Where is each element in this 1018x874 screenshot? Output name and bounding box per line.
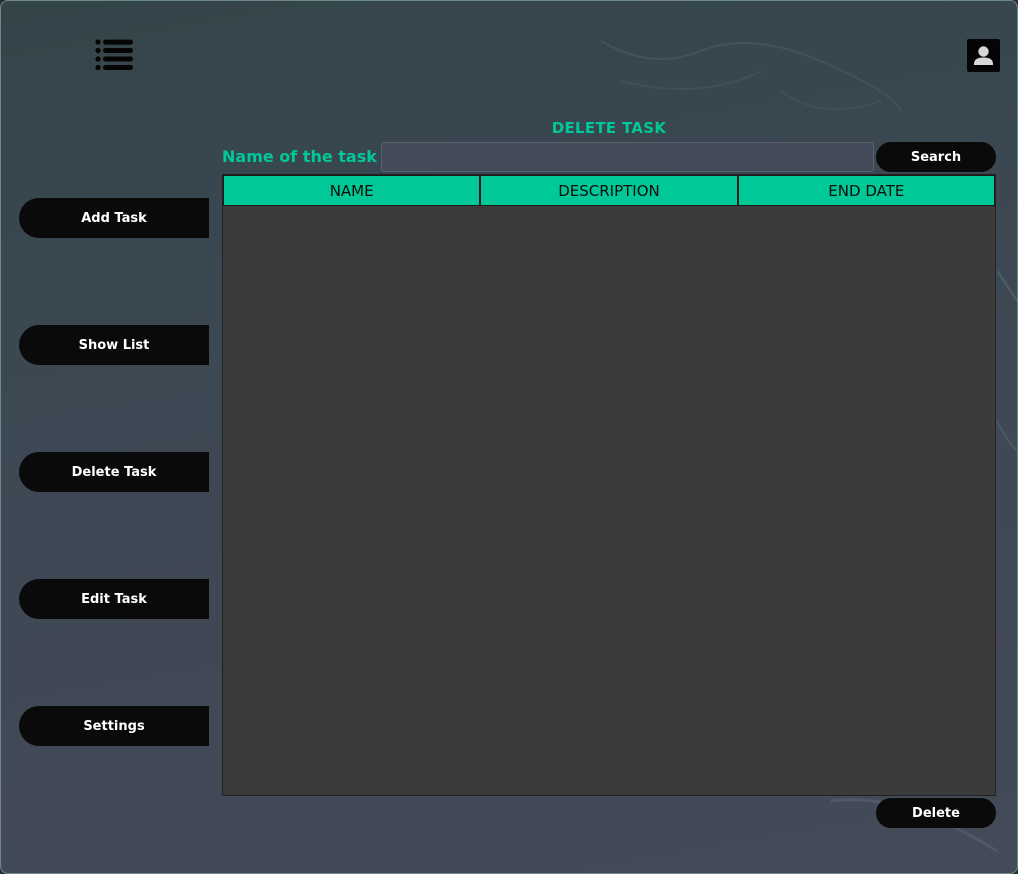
sidebar-item-show-list[interactable]: Show List bbox=[19, 325, 209, 365]
sidebar-item-label: Add Task bbox=[81, 210, 147, 226]
sidebar-item-label: Edit Task bbox=[81, 591, 147, 607]
sidebar-item-delete-task[interactable]: Delete Task bbox=[19, 452, 209, 492]
list-menu-icon[interactable] bbox=[94, 38, 134, 72]
sidebar-item-label: Show List bbox=[78, 337, 150, 353]
column-header-name[interactable]: NAME bbox=[223, 175, 481, 206]
user-account-icon[interactable] bbox=[967, 39, 1000, 72]
task-table[interactable]: NAME DESCRIPTION END DATE bbox=[222, 174, 996, 796]
page-title: DELETE TASK bbox=[551, 119, 667, 137]
search-button[interactable]: Search bbox=[876, 142, 996, 172]
task-name-search-input[interactable] bbox=[381, 142, 874, 172]
column-header-end-date[interactable]: END DATE bbox=[737, 175, 995, 206]
sidebar-item-settings[interactable]: Settings bbox=[19, 706, 209, 746]
column-header-description[interactable]: DESCRIPTION bbox=[480, 175, 738, 206]
delete-button-label: Delete bbox=[912, 805, 960, 821]
search-button-label: Search bbox=[910, 149, 962, 165]
sidebar-item-label: Delete Task bbox=[71, 464, 157, 480]
search-label: Name of the task bbox=[222, 147, 377, 166]
app-window: Add Task Show List Delete Task Edit Task… bbox=[0, 0, 1018, 874]
sidebar-item-add-task[interactable]: Add Task bbox=[19, 198, 209, 238]
sidebar-item-edit-task[interactable]: Edit Task bbox=[19, 579, 209, 619]
table-header-row: NAME DESCRIPTION END DATE bbox=[223, 175, 995, 206]
sidebar-item-label: Settings bbox=[83, 718, 145, 734]
delete-button[interactable]: Delete bbox=[876, 798, 996, 828]
